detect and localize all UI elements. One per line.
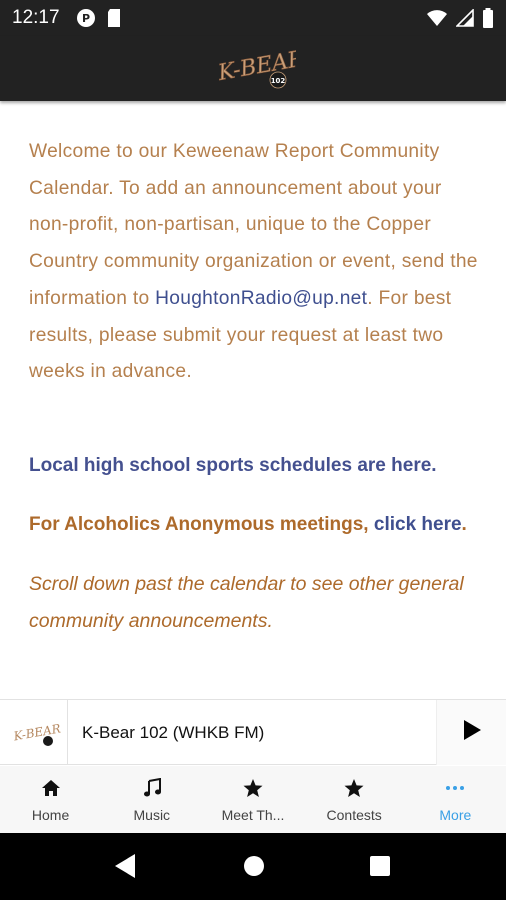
music-note-icon bbox=[142, 777, 162, 799]
aa-paragraph: For Alcoholics Anonymous meetings, click… bbox=[29, 507, 484, 544]
back-icon[interactable] bbox=[113, 852, 137, 885]
email-link[interactable]: HoughtonRadio@up.net bbox=[155, 288, 367, 309]
svg-text:P: P bbox=[82, 12, 90, 25]
home-icon bbox=[41, 777, 61, 799]
bottom-tab-bar: Home Music Meet Th... Contests More bbox=[0, 766, 506, 833]
tab-contests[interactable]: Contests bbox=[304, 766, 405, 833]
tab-more[interactable]: More bbox=[405, 766, 506, 833]
tab-label: More bbox=[439, 807, 472, 823]
tab-music[interactable]: Music bbox=[101, 766, 202, 833]
sports-schedules-link[interactable]: Local high school sports schedules are h… bbox=[29, 448, 484, 484]
tab-label: Contests bbox=[326, 807, 382, 823]
player-artwork: K-BEAR bbox=[0, 700, 68, 765]
tab-label: Home bbox=[31, 807, 70, 823]
star-icon bbox=[243, 777, 263, 799]
aa-link[interactable]: click here bbox=[374, 514, 462, 535]
more-dots-icon bbox=[445, 777, 465, 799]
aa-text: For Alcoholics Anonymous meetings, bbox=[29, 514, 369, 535]
intro-paragraph: Welcome to our Keweenaw Report Community… bbox=[29, 134, 484, 430]
recent-apps-icon[interactable] bbox=[369, 855, 391, 882]
signal-icon bbox=[455, 8, 474, 32]
svg-text:K-BEAR: K-BEAR bbox=[12, 721, 62, 743]
play-button[interactable] bbox=[436, 700, 506, 765]
star-icon bbox=[344, 777, 364, 799]
wifi-icon bbox=[426, 9, 448, 32]
app-header: K-BEAR 102 bbox=[0, 36, 506, 101]
svg-text:102: 102 bbox=[271, 77, 286, 85]
calendar-intro: Welcome to our Keweenaw Report Community… bbox=[29, 134, 484, 640]
battery-icon bbox=[482, 8, 494, 33]
status-time: 12:17 bbox=[12, 7, 60, 28]
mini-player[interactable]: K-BEAR K-Bear 102 (WHKB FM) bbox=[0, 699, 506, 765]
station-logo[interactable]: K-BEAR 102 bbox=[212, 42, 307, 94]
radio-app-notification-icon: P bbox=[76, 8, 96, 33]
tab-label: Meet Th... bbox=[221, 807, 285, 823]
play-icon bbox=[462, 719, 482, 746]
tab-meet-the-staff[interactable]: Meet Th... bbox=[202, 766, 303, 833]
intro-text: Welcome to our Keweenaw Report Community… bbox=[29, 141, 478, 309]
aa-period: . bbox=[461, 514, 467, 535]
tab-label: Music bbox=[133, 807, 171, 823]
scroll-note: Scroll down past the calendar to see oth… bbox=[29, 572, 464, 632]
tab-home[interactable]: Home bbox=[0, 766, 101, 833]
home-circle-icon[interactable] bbox=[243, 855, 265, 882]
status-bar: 12:17 P bbox=[0, 0, 506, 36]
player-station-title: K-Bear 102 (WHKB FM) bbox=[82, 723, 265, 742]
sd-card-icon bbox=[106, 8, 122, 33]
